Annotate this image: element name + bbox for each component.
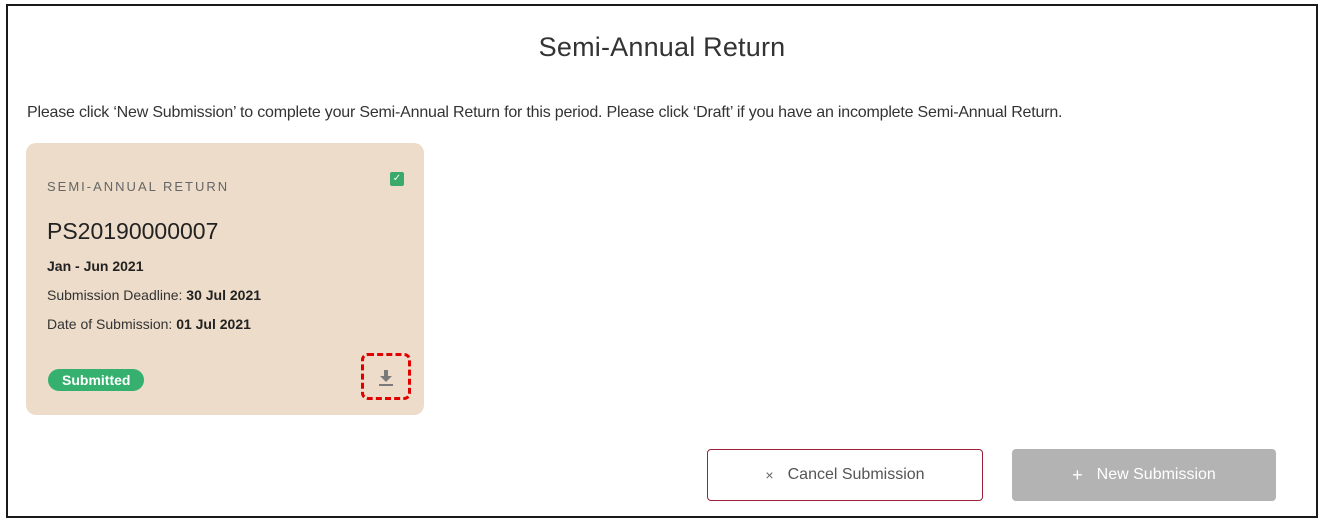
card-period: Jan - Jun 2021 [47,258,144,274]
plus-icon: + [1072,464,1083,485]
instructions-text: Please click ‘New Submission’ to complet… [27,104,1063,121]
return-card[interactable]: SEMI-ANNUAL RETURN ✓ PS20190000007 Jan -… [26,143,424,415]
new-submission-label: New Submission [1096,466,1216,483]
cancel-submission-button[interactable]: × Cancel Submission [707,449,983,501]
card-reference-number: PS20190000007 [47,218,219,244]
new-submission-button[interactable]: + New Submission [1012,449,1276,501]
submission-date-value: 01 Jul 2021 [176,316,251,332]
status-badge: Submitted [48,369,145,391]
date-of-submission: Date of Submission: 01 Jul 2021 [47,316,251,332]
submission-deadline: Submission Deadline: 30 Jul 2021 [47,287,261,303]
card-type-label: SEMI-ANNUAL RETURN [47,179,230,194]
download-highlight [361,353,411,400]
download-icon[interactable] [377,368,395,386]
close-icon: × [765,467,774,483]
page-title: Semi-Annual Return [538,32,786,62]
check-icon[interactable]: ✓ [390,172,404,186]
deadline-value: 30 Jul 2021 [186,287,262,303]
deadline-label: Submission Deadline: [47,287,183,303]
cancel-submission-label: Cancel Submission [787,466,925,483]
submission-date-label: Date of Submission: [47,316,173,332]
